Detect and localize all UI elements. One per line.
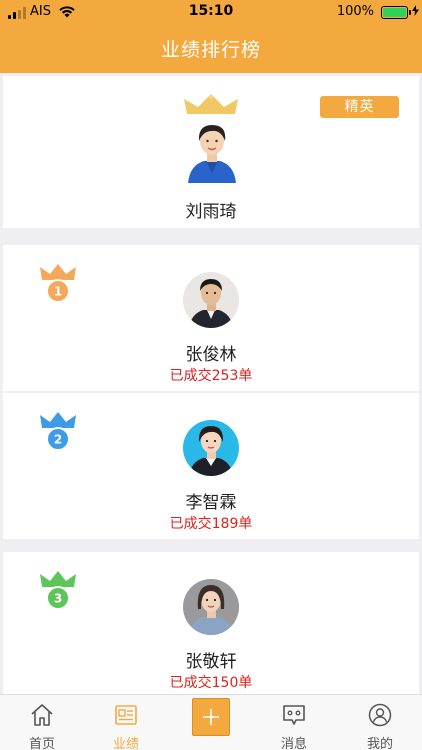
rank-number: 2	[54, 433, 62, 447]
id-card-icon	[115, 705, 137, 725]
deals-count: 已成交253单	[169, 368, 253, 384]
ranking-item-2[interactable]: 2 李智霖 已成交189单	[3, 393, 419, 539]
battery-icon	[381, 6, 411, 19]
battery-percentage: 100%	[336, 4, 374, 19]
crown-icon	[184, 94, 238, 114]
tab-label: 业绩	[112, 737, 139, 750]
tab-mine[interactable]: 我的	[338, 695, 422, 750]
tab-messages[interactable]: 消息	[252, 695, 336, 750]
charging-bolt-icon	[412, 5, 419, 16]
rank-1-medal-icon: 1	[40, 264, 76, 303]
agent-name: 张敬轩	[185, 652, 237, 672]
ranking-item-1[interactable]: 1 张俊林 已成交253单	[3, 245, 419, 391]
chat-bubble-icon	[283, 705, 305, 725]
tab-home[interactable]: 首页	[0, 695, 84, 750]
tab-performance[interactable]: 业绩	[84, 695, 168, 750]
deals-count: 已成交189单	[169, 516, 253, 532]
elite-badge: 精英	[320, 96, 399, 118]
agent-name: 张俊林	[185, 345, 237, 365]
ranking-item-3[interactable]: 3 张敬轩 已成交150单	[3, 552, 419, 698]
rank-number: 1	[54, 285, 62, 299]
rank-number: 3	[54, 592, 62, 606]
tab-label: 首页	[28, 737, 55, 750]
home-icon	[31, 704, 53, 726]
champion-name: 刘雨琦	[185, 202, 237, 222]
avatar	[183, 420, 239, 476]
avatar	[188, 125, 236, 183]
deals-count: 已成交150单	[169, 675, 253, 691]
add-button[interactable]	[192, 698, 230, 736]
rank-3-medal-icon: 3	[40, 571, 76, 610]
app-header: AIS 15:10 100% 业绩排行榜	[0, 0, 422, 73]
rank-2-medal-icon: 2	[40, 412, 76, 451]
tab-label: 我的	[366, 737, 393, 750]
status-bar: AIS 15:10 100%	[0, 0, 422, 24]
user-circle-icon	[368, 703, 392, 727]
page-title: 业绩排行榜	[160, 39, 261, 61]
avatar	[183, 272, 239, 328]
tab-label: 消息	[280, 737, 307, 750]
champion-card[interactable]: 刘雨琦 精英	[3, 76, 419, 228]
agent-name: 李智霖	[185, 493, 237, 513]
avatar	[183, 579, 239, 635]
plus-icon	[203, 709, 219, 725]
